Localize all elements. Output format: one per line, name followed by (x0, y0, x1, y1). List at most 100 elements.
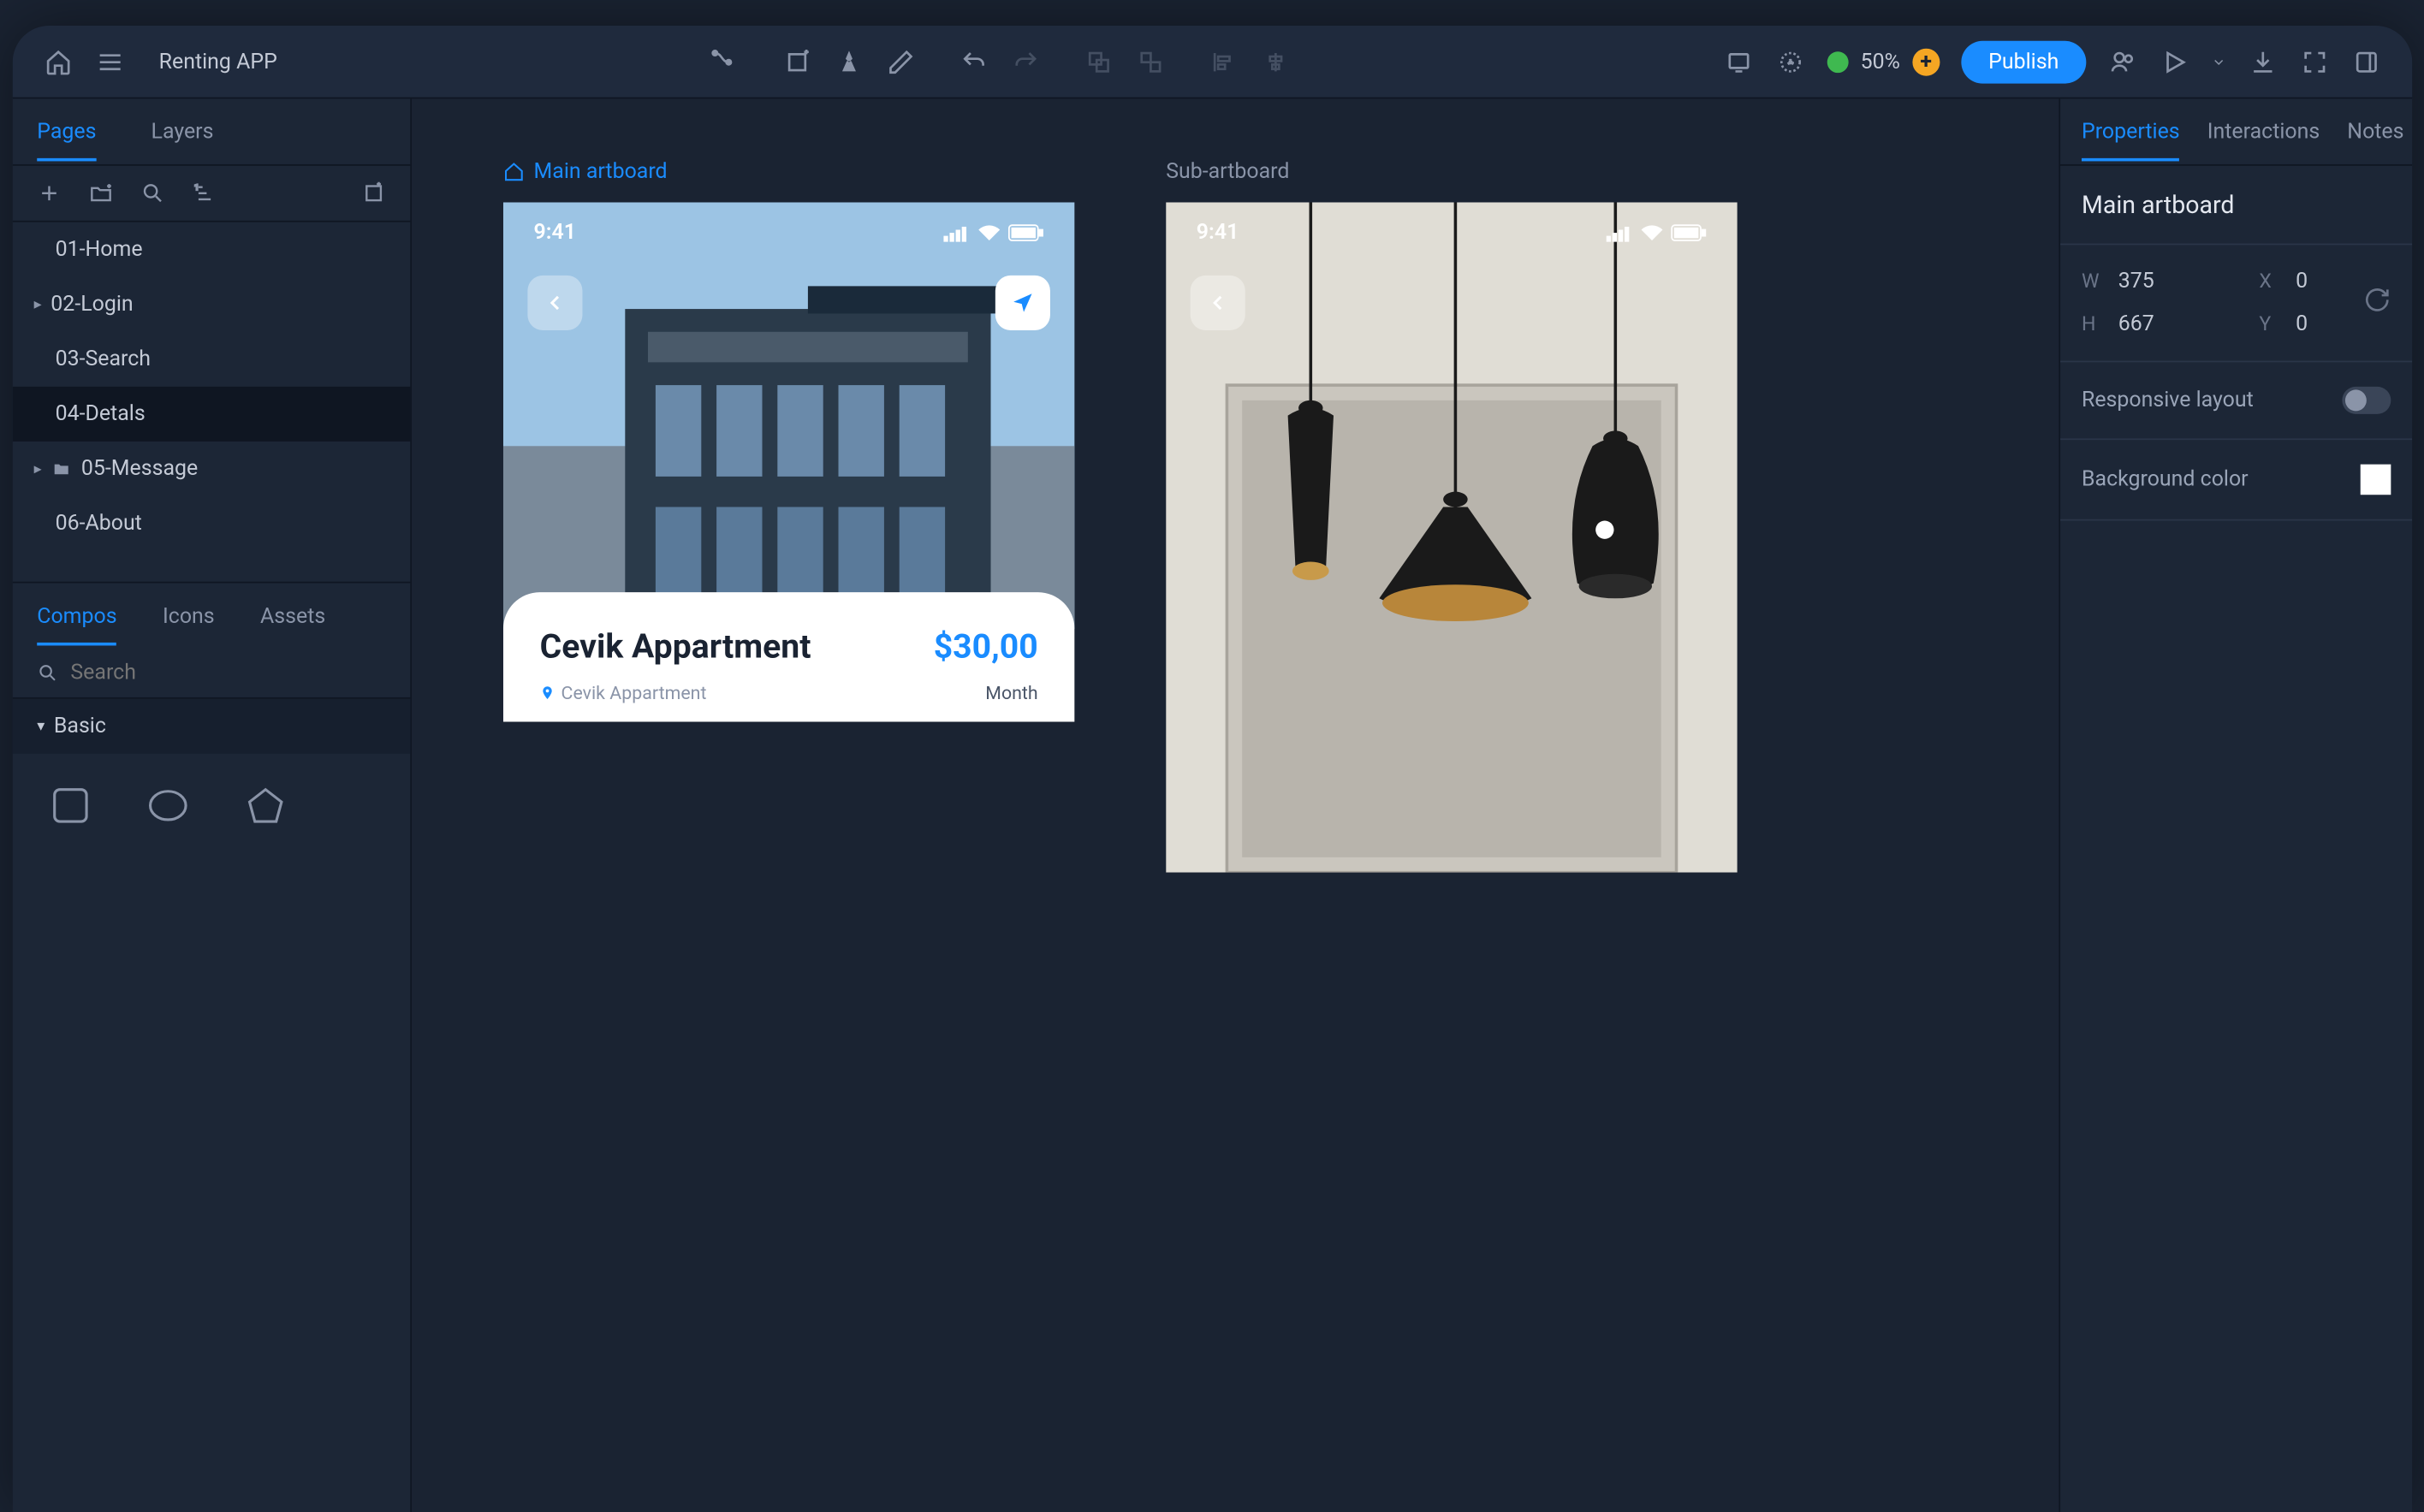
project-name[interactable]: Renting APP (158, 50, 276, 74)
pin-icon (539, 684, 555, 702)
home-icon (502, 161, 524, 182)
tab-assets[interactable]: Assets (260, 589, 325, 643)
page-label: 02-Login (50, 293, 133, 317)
tab-notes[interactable]: Notes (2347, 104, 2403, 159)
dimensions-panel: W375 X0 H667 Y0 (2060, 245, 2412, 362)
page-item-about[interactable]: 06-About (12, 496, 410, 551)
artboard-surface[interactable]: 9:41 (1166, 202, 1738, 872)
hero-image: 9:41 (502, 202, 1074, 628)
listing-card: Cevik Appartment $30,00 Cevik Appartment… (502, 592, 1074, 721)
target-icon[interactable] (1774, 46, 1805, 77)
panel-toggle-icon[interactable] (2351, 46, 2382, 77)
add-page-icon[interactable] (37, 181, 61, 205)
play-icon[interactable] (2159, 46, 2189, 77)
artboard-surface[interactable]: 9:41 Ce (502, 202, 1074, 872)
group-icon[interactable] (1084, 46, 1114, 77)
bgcolor-swatch[interactable] (2360, 465, 2391, 495)
canvas[interactable]: Main artboard (412, 98, 2059, 1512)
tab-icons[interactable]: Icons (162, 589, 214, 643)
pencil-icon[interactable] (886, 46, 917, 77)
download-icon[interactable] (2248, 46, 2278, 77)
zoom-add-icon[interactable]: + (1912, 48, 1940, 75)
align-left-icon[interactable] (1209, 46, 1239, 77)
publish-button[interactable]: Publish (1961, 40, 2086, 83)
selection-title: Main artboard (2060, 166, 2412, 246)
pen-tool-icon[interactable] (709, 46, 740, 77)
category-basic[interactable]: ▾ Basic (12, 699, 410, 754)
listing-title: Cevik Appartment (539, 629, 811, 667)
svg-text:1: 1 (194, 183, 199, 193)
phone-time: 9:41 (533, 221, 576, 245)
page-tools: 1 (12, 166, 410, 222)
redo-icon[interactable] (1011, 46, 1042, 77)
page-label: 04-Detals (55, 402, 145, 426)
fullscreen-icon[interactable] (2299, 46, 2330, 77)
rotate-icon[interactable] (2363, 286, 2391, 319)
zoom-control[interactable]: 50% + (1827, 48, 1940, 75)
page-list: 01-Home ▸ 02-Login 03-Search 04-Detals ▸ 0… (12, 222, 410, 551)
search-pages-icon[interactable] (140, 181, 164, 205)
ungroup-icon[interactable] (1136, 46, 1167, 77)
chevron-right-icon: ▸ (33, 296, 41, 313)
page-item-home[interactable]: 01-Home (12, 222, 410, 277)
vector-pen-icon[interactable] (834, 46, 864, 77)
align-center-icon[interactable] (1260, 46, 1291, 77)
search-icon (37, 662, 58, 684)
back-button[interactable] (527, 276, 582, 330)
search-input[interactable] (70, 661, 385, 685)
category-label: Basic (53, 714, 105, 738)
interior-image: 9:41 (1166, 202, 1738, 872)
page-label: 06-About (55, 512, 141, 536)
collaborators-icon[interactable] (2107, 46, 2138, 77)
bgcolor-row: Background color (2060, 440, 2412, 520)
tab-interactions[interactable]: Interactions (2207, 104, 2320, 159)
library-search (12, 649, 410, 699)
left-sidebar: Pages Layers 1 01-Home ▸ 02-Login 03-Sear… (12, 98, 411, 1512)
status-indicator-icon (1827, 50, 1848, 72)
phone-status-icons (943, 223, 1043, 241)
artboard-main[interactable]: Main artboard (502, 160, 1074, 873)
phone-status-bar: 9:41 (502, 221, 1074, 245)
top-toolbar: Renting APP (12, 26, 2412, 98)
height-field[interactable]: H667 (2081, 312, 2213, 336)
tab-pages[interactable]: Pages (37, 104, 96, 159)
page-label: 05-Message (80, 457, 197, 481)
undo-icon[interactable] (959, 46, 989, 77)
artboard-label-main[interactable]: Main artboard (502, 160, 1074, 184)
page-item-details[interactable]: 04-Detals (12, 387, 410, 442)
ellipse-shape-icon[interactable] (146, 784, 189, 827)
listing-price: $30,00 (933, 629, 1037, 667)
tab-compos[interactable]: Compos (37, 589, 116, 643)
rectangle-shape-icon[interactable] (49, 784, 92, 827)
page-item-search[interactable]: 03-Search (12, 332, 410, 387)
home-icon[interactable] (43, 46, 74, 77)
artboard-sub[interactable]: Sub-artboard (1166, 160, 1738, 873)
page-item-login[interactable]: ▸ 02-Login (12, 277, 410, 332)
width-field[interactable]: W375 (2081, 270, 2213, 294)
tab-properties[interactable]: Properties (2081, 104, 2179, 159)
back-button[interactable] (1190, 276, 1245, 330)
responsive-toggle[interactable] (2342, 387, 2391, 414)
add-folder-icon[interactable] (88, 181, 112, 205)
tab-layers[interactable]: Layers (151, 104, 213, 159)
phone-status-icons (1606, 223, 1706, 241)
phone-status-bar: 9:41 (1166, 221, 1738, 245)
artboard-name: Sub-artboard (1166, 160, 1289, 184)
right-sidebar: Properties Interactions Notes Main artbo… (2059, 98, 2412, 1512)
menu-icon[interactable] (94, 46, 125, 77)
chevron-right-icon: ▸ (33, 460, 41, 477)
navigate-button[interactable] (995, 276, 1049, 330)
device-preview-icon[interactable] (1723, 46, 1754, 77)
artboard-label-sub[interactable]: Sub-artboard (1166, 160, 1738, 184)
page-item-message[interactable]: ▸ 05-Message (12, 442, 410, 496)
responsive-row: Responsive layout (2060, 362, 2412, 440)
sort-icon[interactable]: 1 (192, 181, 216, 205)
chevron-down-icon[interactable] (2211, 46, 2226, 77)
polygon-shape-icon[interactable] (244, 784, 287, 827)
phone-time: 9:41 (1196, 221, 1239, 245)
import-icon[interactable] (361, 181, 385, 205)
page-label: 03-Search (55, 347, 150, 371)
listing-period: Month (985, 682, 1037, 703)
folder-icon (50, 460, 72, 477)
add-artboard-icon[interactable] (782, 46, 813, 77)
